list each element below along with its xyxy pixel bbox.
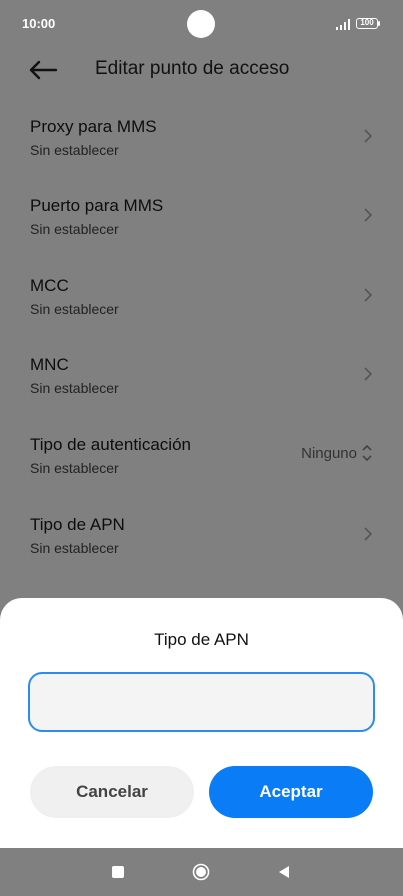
status-time: 10:00 [22,16,56,31]
signal-icon [336,19,350,30]
auth-type-value: Ninguno [301,445,357,462]
list-item-subtitle: Sin establecer [30,380,119,396]
accept-button[interactable]: Aceptar [209,766,373,818]
list-item-auth-type[interactable]: Tipo de autenticación Sin establecer Nin… [0,423,403,502]
home-icon[interactable] [192,863,210,881]
dialog-title: Tipo de APN [154,630,249,649]
recents-icon[interactable] [112,866,124,878]
chevron-right-icon [364,208,373,222]
list-item-apn-type[interactable]: Tipo de APN Sin establecer [0,503,403,582]
battery-icon: 100 [356,18,378,29]
chevron-updown-icon [362,444,372,462]
page-title: Editar punto de acceso [95,58,290,79]
chevron-right-icon [364,288,373,302]
list-item-title: Tipo de autenticación [30,435,191,454]
back-triangle-icon[interactable] [278,865,290,879]
list-item-proxy-mms[interactable]: Proxy para MMS Sin establecer [0,105,403,184]
list-item-subtitle: Sin establecer [30,142,119,158]
list-item-title: Puerto para MMS [30,196,164,215]
list-item-mnc[interactable]: MNC Sin establecer [0,343,403,422]
battery-cap [378,21,380,26]
list-item-title: MNC [30,355,69,374]
back-arrow-icon[interactable] [28,60,58,80]
apn-type-input[interactable] [28,672,375,732]
list-item-puerto-mms[interactable]: Puerto para MMS Sin establecer [0,184,403,263]
status-bar: 10:00 100 [0,0,403,48]
apn-type-dialog: Tipo de APN Cancelar Aceptar [0,598,403,848]
list-item-subtitle: Sin establecer [30,460,119,476]
list-item-title: Tipo de APN [30,515,125,534]
front-camera-cutout [187,10,215,38]
list-item-title: MCC [30,276,69,295]
chevron-right-icon [364,129,373,143]
list-item-subtitle: Sin establecer [30,301,119,317]
list-item-title: Proxy para MMS [30,117,157,136]
screen: 10:00 100 Editar punto de acceso Proxy p… [0,0,403,896]
list-item-mcc[interactable]: MCC Sin establecer [0,264,403,343]
cancel-button[interactable]: Cancelar [30,766,194,818]
list-item-subtitle: Sin establecer [30,221,119,237]
battery-level: 100 [360,18,374,27]
chevron-right-icon [364,367,373,381]
chevron-right-icon [364,527,373,541]
system-nav-bar [0,848,403,896]
list-item-subtitle: Sin establecer [30,540,119,556]
app-header: Editar punto de acceso [0,48,403,92]
